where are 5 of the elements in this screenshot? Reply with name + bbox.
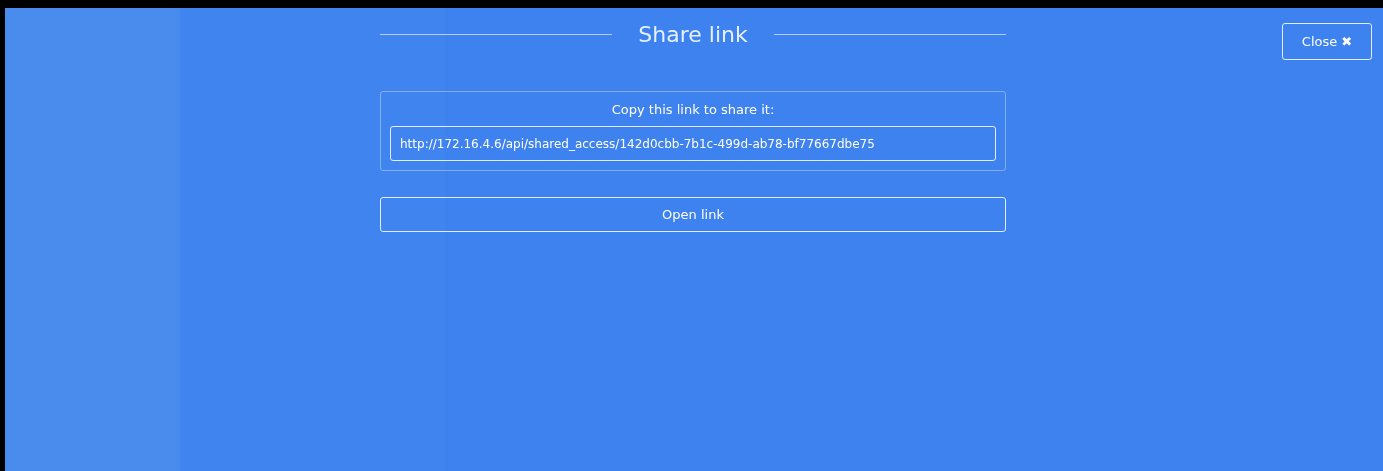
link-field[interactable]: http://172.16.4.6/api/shared_access/142d0cbb-7b1c-499d-ab78-bf77667dbe75 <box>390 126 996 161</box>
dialog-title: Share link <box>638 22 748 47</box>
copy-instruction: Copy this link to share it: <box>611 102 775 117</box>
close-button[interactable]: Close ✖ <box>1282 23 1372 60</box>
open-link-button[interactable]: Open link <box>380 197 1006 232</box>
